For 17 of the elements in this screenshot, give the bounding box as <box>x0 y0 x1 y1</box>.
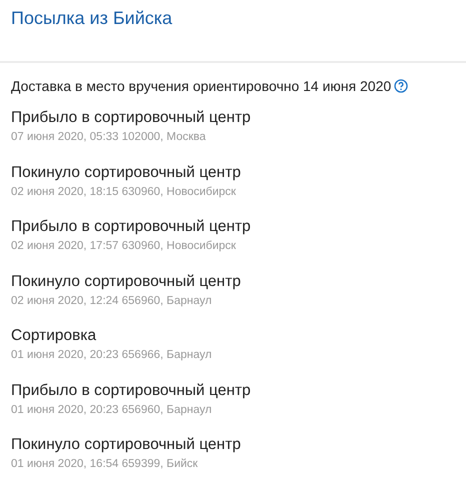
event-status: Покинуло сортировочный центр <box>11 162 242 182</box>
event-details: 02 июня 2020, 17:57 630960, Новосибирск <box>11 239 237 254</box>
event-status: Сортировка <box>11 326 98 346</box>
event-details: 01 июня 2020, 20:23 656960, Барнаул <box>11 402 213 418</box>
event-details: 02 июня 2020, 18:15 630960, Новосибирск <box>11 184 237 200</box>
event-details: 07 июня 2020, 05:33 102000, Москва <box>11 130 207 145</box>
delivery-estimate: Доставка в место вручения ориентировочно 14 июня 2020 <box>11 77 392 95</box>
help-icon[interactable] <box>394 79 408 93</box>
event-status: Прибыло в сортировочный центр <box>11 108 252 128</box>
event-details: 02 июня 2020, 12:24 656960, Барнаул <box>11 294 213 308</box>
event-status: Покинуло сортировочный центр <box>11 272 242 292</box>
event-status: Прибыло в сортировочный центр <box>11 380 252 400</box>
event-details: 01 июня 2020, 20:23 656966, Барнаул <box>11 348 213 363</box>
parcel-title: Посылка из Бийска <box>11 7 174 30</box>
event-status: Покинуло сортировочный центр <box>11 435 242 455</box>
event-status: Прибыло в сортировочный центр <box>11 217 252 237</box>
event-details: 01 июня 2020, 16:54 659399, Бийск <box>11 457 199 472</box>
